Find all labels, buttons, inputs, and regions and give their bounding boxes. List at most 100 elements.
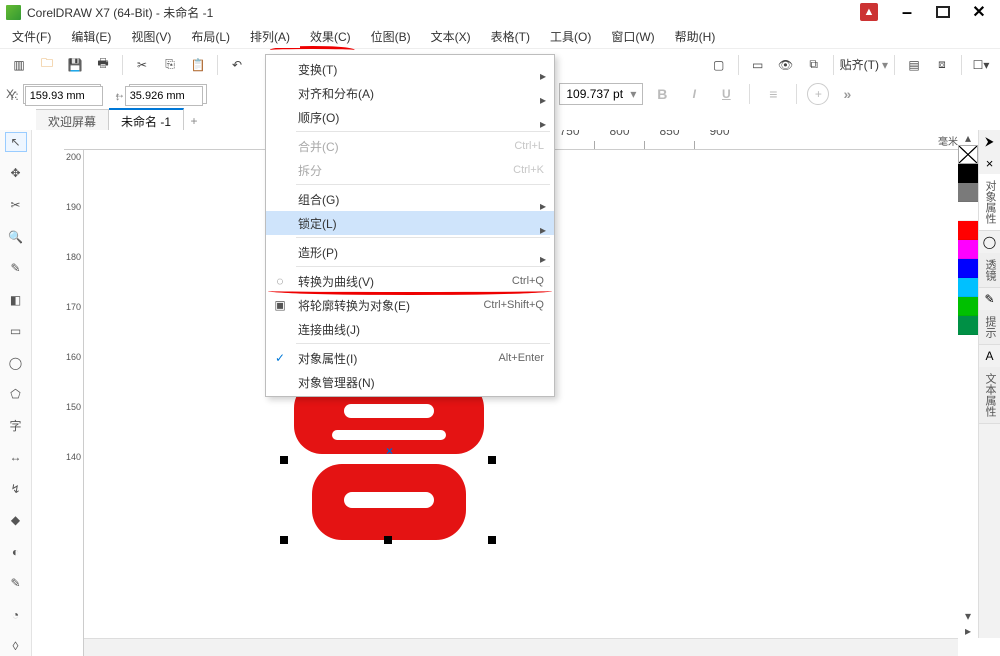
menu-table[interactable]: 表格(T) <box>481 25 540 48</box>
object-mgr-toggle1-icon[interactable]: ▤ <box>901 53 927 77</box>
connector-tool-icon[interactable]: ↯ <box>5 479 27 499</box>
palette-up-icon[interactable]: ▴ <box>958 130 978 145</box>
menu-item[interactable]: ◌转换为曲线(V)Ctrl+Q <box>266 269 554 293</box>
color-swatch[interactable] <box>958 164 978 183</box>
cut-icon[interactable]: ✂ <box>129 53 155 77</box>
print-icon[interactable]: 🖶 <box>90 53 116 77</box>
menu-help[interactable]: 帮助(H) <box>665 25 726 48</box>
docker-text-icon[interactable]: A <box>979 345 1000 367</box>
menu-window[interactable]: 窗口(W) <box>601 25 664 48</box>
dropshadow-tool-icon[interactable]: ◆ <box>5 510 27 530</box>
selection-handle[interactable] <box>280 536 288 544</box>
palette-flyout-icon[interactable]: ▸ <box>958 623 978 638</box>
selected-shape[interactable] <box>284 380 494 540</box>
color-swatch[interactable] <box>958 316 978 335</box>
menu-item[interactable]: 对齐和分布(A) <box>266 81 554 105</box>
menu-item[interactable]: 锁定(L) <box>266 211 554 235</box>
selection-handle[interactable] <box>488 536 496 544</box>
docker-lens-icon[interactable]: ◯ <box>979 231 1000 253</box>
menu-bitmap[interactable]: 位图(B) <box>361 25 421 48</box>
color-swatch[interactable] <box>958 297 978 316</box>
title-bar: CorelDRAW X7 (64-Bit) - 未命名 -1 ▲ <box>0 0 1000 24</box>
menu-item[interactable]: 顺序(O) <box>266 105 554 129</box>
freehand-tool-icon[interactable]: ✎ <box>5 258 27 278</box>
fill-tool-icon[interactable]: ◔ <box>5 605 27 625</box>
window-maximize-button[interactable] <box>936 6 950 18</box>
shape-tool-icon[interactable]: ✥ <box>5 164 27 184</box>
y-field[interactable]: 159.93 mm <box>25 86 103 106</box>
menu-tools[interactable]: 工具(O) <box>540 25 601 48</box>
outline-tool-icon[interactable]: ◊ <box>5 636 27 656</box>
undo-icon[interactable]: ↶ <box>224 53 250 77</box>
save-icon[interactable]: 💾 <box>62 53 88 77</box>
docker-hint-icon[interactable]: ✎ <box>979 288 1000 310</box>
menu-effects[interactable]: 效果(C) <box>300 25 361 48</box>
docker-tab-hint[interactable]: 提示 <box>979 310 1000 345</box>
ellipse-tool-icon[interactable]: ◯ <box>5 353 27 373</box>
paste-icon[interactable]: 📋 <box>185 53 211 77</box>
italic-button[interactable]: I <box>681 83 707 105</box>
font-size-dropdown[interactable]: 109.737 pt <box>559 83 643 105</box>
horizontal-scrollbar[interactable] <box>84 638 958 656</box>
text-align-icon[interactable]: ≡ <box>760 83 786 105</box>
open-icon[interactable]: 🗀 <box>34 53 60 77</box>
parallel-dim-tool-icon[interactable]: ↔ <box>5 447 27 467</box>
copy-icon[interactable]: ⎘ <box>157 53 183 77</box>
outline-icon[interactable]: ▢ <box>706 53 732 77</box>
color-swatch[interactable] <box>958 259 978 278</box>
transparency-tool-icon[interactable]: ◐ <box>5 542 27 562</box>
docker-collapse-icon[interactable]: ⮞ <box>979 130 1000 152</box>
menu-item[interactable]: 组合(G) <box>266 187 554 211</box>
menu-layout[interactable]: 布局(L) <box>181 25 240 48</box>
underline-button[interactable]: U <box>713 83 739 105</box>
polygon-tool-icon[interactable]: ⬠ <box>5 384 27 404</box>
launch-icon[interactable]: ☐▾ <box>968 53 994 77</box>
pick-tool-icon[interactable]: ↖ <box>5 132 27 152</box>
h-field[interactable]: 35.926 mm <box>125 86 203 106</box>
snap-to-button[interactable]: 贴齐(T) ▾ <box>840 56 888 73</box>
tab-welcome[interactable]: 欢迎屏幕 <box>36 109 109 133</box>
no-fill-swatch[interactable] <box>958 145 978 164</box>
window-minimize-button[interactable] <box>892 2 922 22</box>
window-close-button[interactable] <box>964 2 994 22</box>
docker-tab-lens[interactable]: 透镜 <box>979 253 1000 288</box>
smart-fill-tool-icon[interactable]: ◧ <box>5 290 27 310</box>
menu-arrange[interactable]: 排列(A) <box>240 25 300 48</box>
shape-frame2-icon[interactable]: 👁 <box>773 53 799 77</box>
bold-button[interactable]: B <box>649 83 675 105</box>
overflow-icon[interactable]: » <box>835 83 861 105</box>
menu-edit[interactable]: 编辑(E) <box>61 25 121 48</box>
zoom-tool-icon[interactable]: 🔍 <box>5 227 27 247</box>
palette-down-icon[interactable]: ▾ <box>958 608 978 623</box>
selection-handle[interactable] <box>280 456 288 464</box>
color-swatch[interactable] <box>958 240 978 259</box>
user-avatar-icon[interactable]: ▲ <box>860 3 878 21</box>
rectangle-tool-icon[interactable]: ▭ <box>5 321 27 341</box>
docker-tab-obj-properties[interactable]: 对象属性 <box>979 174 1000 231</box>
menu-item[interactable]: ▣将轮廓转换为对象(E)Ctrl+Shift+Q <box>266 293 554 317</box>
color-swatch[interactable] <box>958 202 978 221</box>
menu-text[interactable]: 文本(X) <box>421 25 481 48</box>
selection-handle[interactable] <box>384 536 392 544</box>
text-tool-icon[interactable]: 字 <box>5 416 27 436</box>
object-mgr-toggle2-icon[interactable]: ⧈ <box>929 53 955 77</box>
new-doc-icon[interactable]: ▥ <box>6 53 32 77</box>
menu-item[interactable]: 连接曲线(J) <box>266 317 554 341</box>
menu-file[interactable]: 文件(F) <box>2 25 61 48</box>
shape-frame3-icon[interactable]: ⧉ <box>801 53 827 77</box>
menu-item[interactable]: 对象管理器(N) <box>266 370 554 394</box>
selection-handle[interactable] <box>488 456 496 464</box>
menu-item[interactable]: 变换(T) <box>266 57 554 81</box>
crop-tool-icon[interactable]: ✂ <box>5 195 27 215</box>
docker-tab-text-properties[interactable]: 文本属性 <box>979 367 1000 424</box>
color-swatch[interactable] <box>958 278 978 297</box>
menu-view[interactable]: 视图(V) <box>121 25 181 48</box>
docker-close-icon[interactable]: × <box>979 152 1000 174</box>
menu-item[interactable]: 造形(P) <box>266 240 554 264</box>
color-swatch[interactable] <box>958 183 978 202</box>
tab-add-button[interactable]: + <box>184 114 204 128</box>
shape-frame1-icon[interactable]: ▭ <box>745 53 771 77</box>
color-swatch[interactable] <box>958 221 978 240</box>
eyedropper-tool-icon[interactable]: ✎ <box>5 573 27 593</box>
menu-item[interactable]: ✓对象属性(I)Alt+Enter <box>266 346 554 370</box>
